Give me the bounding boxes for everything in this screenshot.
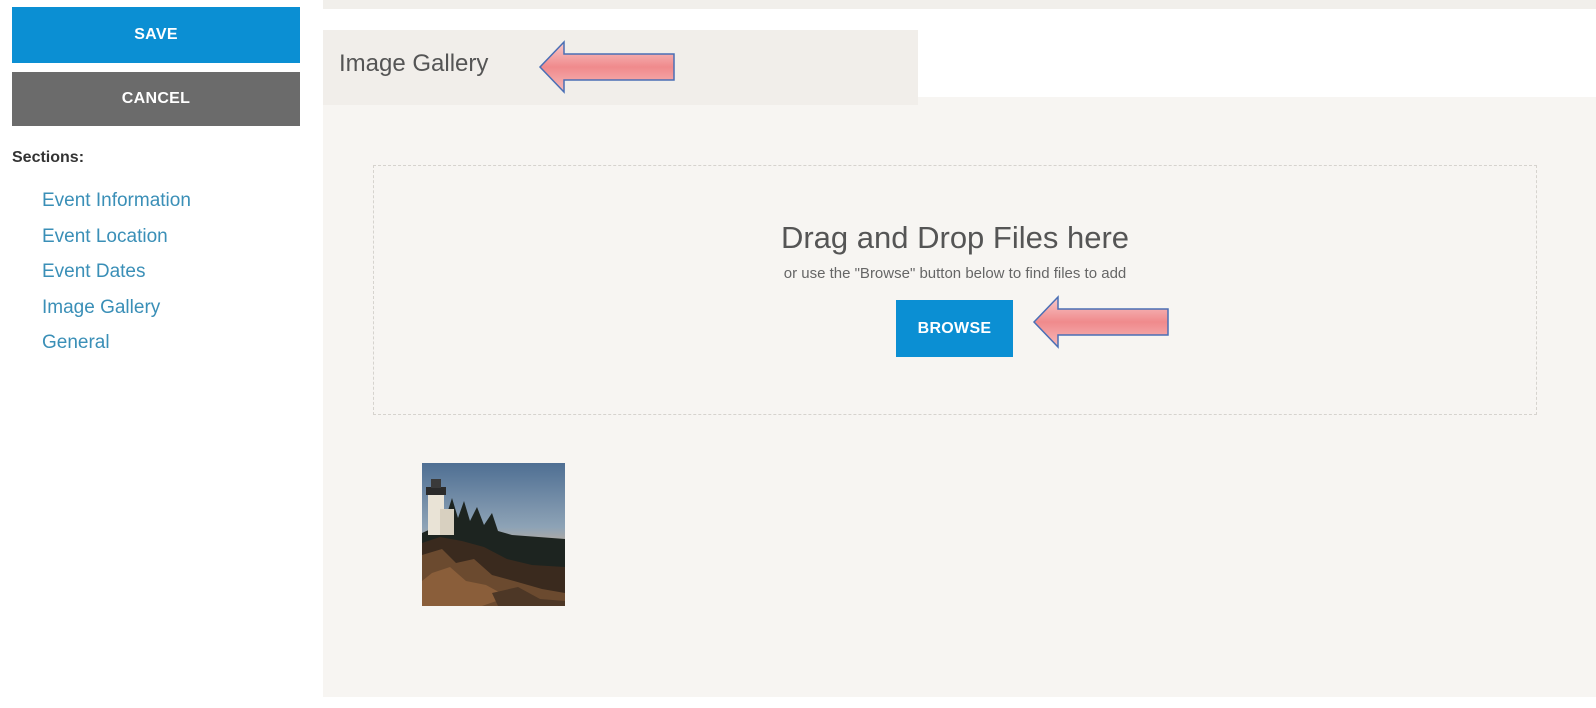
gallery-thumbnail[interactable] bbox=[422, 463, 565, 606]
tab-title: Image Gallery bbox=[339, 50, 489, 77]
browse-button[interactable]: BROWSE bbox=[896, 300, 1013, 357]
dropzone-title: Drag and Drop Files here bbox=[780, 220, 1130, 255]
file-dropzone[interactable]: Drag and Drop Files here or use the "Bro… bbox=[373, 165, 1537, 415]
image-gallery-panel: Drag and Drop Files here or use the "Bro… bbox=[323, 97, 1596, 697]
annotation-arrow-left-icon bbox=[538, 40, 675, 94]
annotation-arrow-left-icon bbox=[1032, 295, 1169, 349]
section-link-event-location[interactable]: Event Location bbox=[42, 225, 191, 261]
sidebar: SAVE CANCEL Sections: Event Information … bbox=[0, 0, 300, 708]
dropzone-subtitle: or use the "Browse" button below to find… bbox=[783, 265, 1127, 282]
section-link-event-dates[interactable]: Event Dates bbox=[42, 260, 191, 296]
save-button[interactable]: SAVE bbox=[12, 7, 300, 63]
lighthouse-thumbnail-icon bbox=[422, 463, 565, 606]
section-link-image-gallery[interactable]: Image Gallery bbox=[42, 296, 191, 332]
page: SAVE CANCEL Sections: Event Information … bbox=[0, 0, 1596, 708]
sections-heading: Sections: bbox=[12, 149, 85, 166]
section-nav: Event Information Event Location Event D… bbox=[42, 189, 191, 367]
section-link-event-information[interactable]: Event Information bbox=[42, 189, 191, 225]
cancel-button[interactable]: CANCEL bbox=[12, 72, 300, 126]
top-strip bbox=[323, 0, 1596, 9]
section-link-general[interactable]: General bbox=[42, 331, 191, 367]
